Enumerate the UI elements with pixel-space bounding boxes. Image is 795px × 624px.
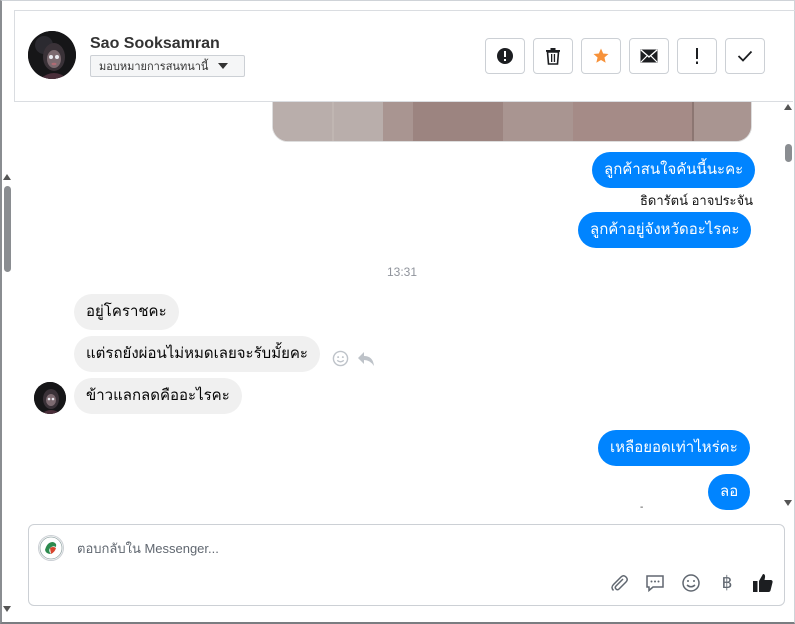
contact-name[interactable]: Sao Sooksamran [90,35,220,53]
composer-tools: ฿ [607,571,775,595]
conversation-actions [485,38,765,74]
checkmark-icon [737,50,753,62]
scrollbar-thumb[interactable] [4,186,11,272]
assign-label: มอบหมายการสนทนานี้ [99,61,209,73]
envelope-icon [640,49,658,63]
scroll-up-arrow-icon[interactable] [784,104,792,110]
outgoing-message[interactable]: เหลือยอดเท่าไหร่คะ [598,430,750,466]
truncated-sender-name: - [640,502,644,512]
outgoing-message[interactable]: ลูกค้าสนใจคันนี้นะคะ [592,152,756,188]
sender-name: ธิดารัตน์ อาจประจัน [640,193,754,208]
reply-input[interactable] [77,538,577,558]
page-avatar [38,535,64,561]
scroll-down-arrow-icon[interactable] [784,500,792,506]
outgoing-message[interactable]: ลอ [708,474,751,510]
contact-avatar[interactable] [28,31,76,79]
outgoing-message[interactable]: ลูกค้าอยู่จังหวัดอะไรคะ [578,212,752,248]
star-icon [593,48,609,63]
alert-circle-icon [497,48,513,64]
incoming-message[interactable]: แต่รถยังผ่อนไม่หมดเลยจะรับมั้ยคะ [74,336,320,372]
thumbs-up-icon [753,574,773,592]
trash-icon [546,48,560,65]
star-button[interactable] [581,38,621,74]
chevron-down-icon [218,63,229,69]
conversation-header: Sao Sooksamran มอบหมายการสนทนานี้ [14,11,793,102]
smiley-icon [682,574,700,592]
timestamp-separator: 13:31 [387,265,418,279]
scroll-down-arrow-icon[interactable] [3,606,11,612]
exclamation-icon [696,48,698,64]
like-button[interactable] [751,571,775,595]
message-thread[interactable]: ลูกค้าสนใจคันนี้นะคะ ธิดารัตน์ อาจประจัน… [14,102,786,512]
saved-replies-button[interactable] [643,571,667,595]
assign-conversation-dropdown[interactable]: มอบหมายการสนทนานี้ [90,55,245,77]
delete-button[interactable] [533,38,573,74]
incoming-message[interactable]: ข้าวแลกลดคืออะไรคะ [74,378,242,414]
smiley-reaction-icon[interactable] [332,350,349,367]
left-scrollbar[interactable] [2,170,12,620]
scrollbar-thumb[interactable] [785,144,792,162]
incoming-message[interactable]: อยู่โคราชคะ [74,294,179,330]
message-hover-actions [332,350,375,367]
attachment-button[interactable] [607,571,631,595]
emoji-button[interactable] [679,571,703,595]
contact-avatar-small[interactable] [34,382,66,414]
reply-composer: ฿ [28,524,785,606]
scroll-up-arrow-icon[interactable] [3,174,11,180]
speech-bubble-icon [646,575,664,593]
baht-icon: ฿ [721,573,733,593]
payment-button[interactable]: ฿ [715,571,739,595]
paperclip-icon [611,575,628,592]
thread-scrollbar[interactable] [783,102,793,512]
mark-done-button[interactable] [725,38,765,74]
reply-icon[interactable] [357,351,375,367]
follow-up-button[interactable] [677,38,717,74]
spam-button[interactable] [485,38,525,74]
mark-unread-button[interactable] [629,38,669,74]
shared-photo[interactable] [272,102,752,142]
